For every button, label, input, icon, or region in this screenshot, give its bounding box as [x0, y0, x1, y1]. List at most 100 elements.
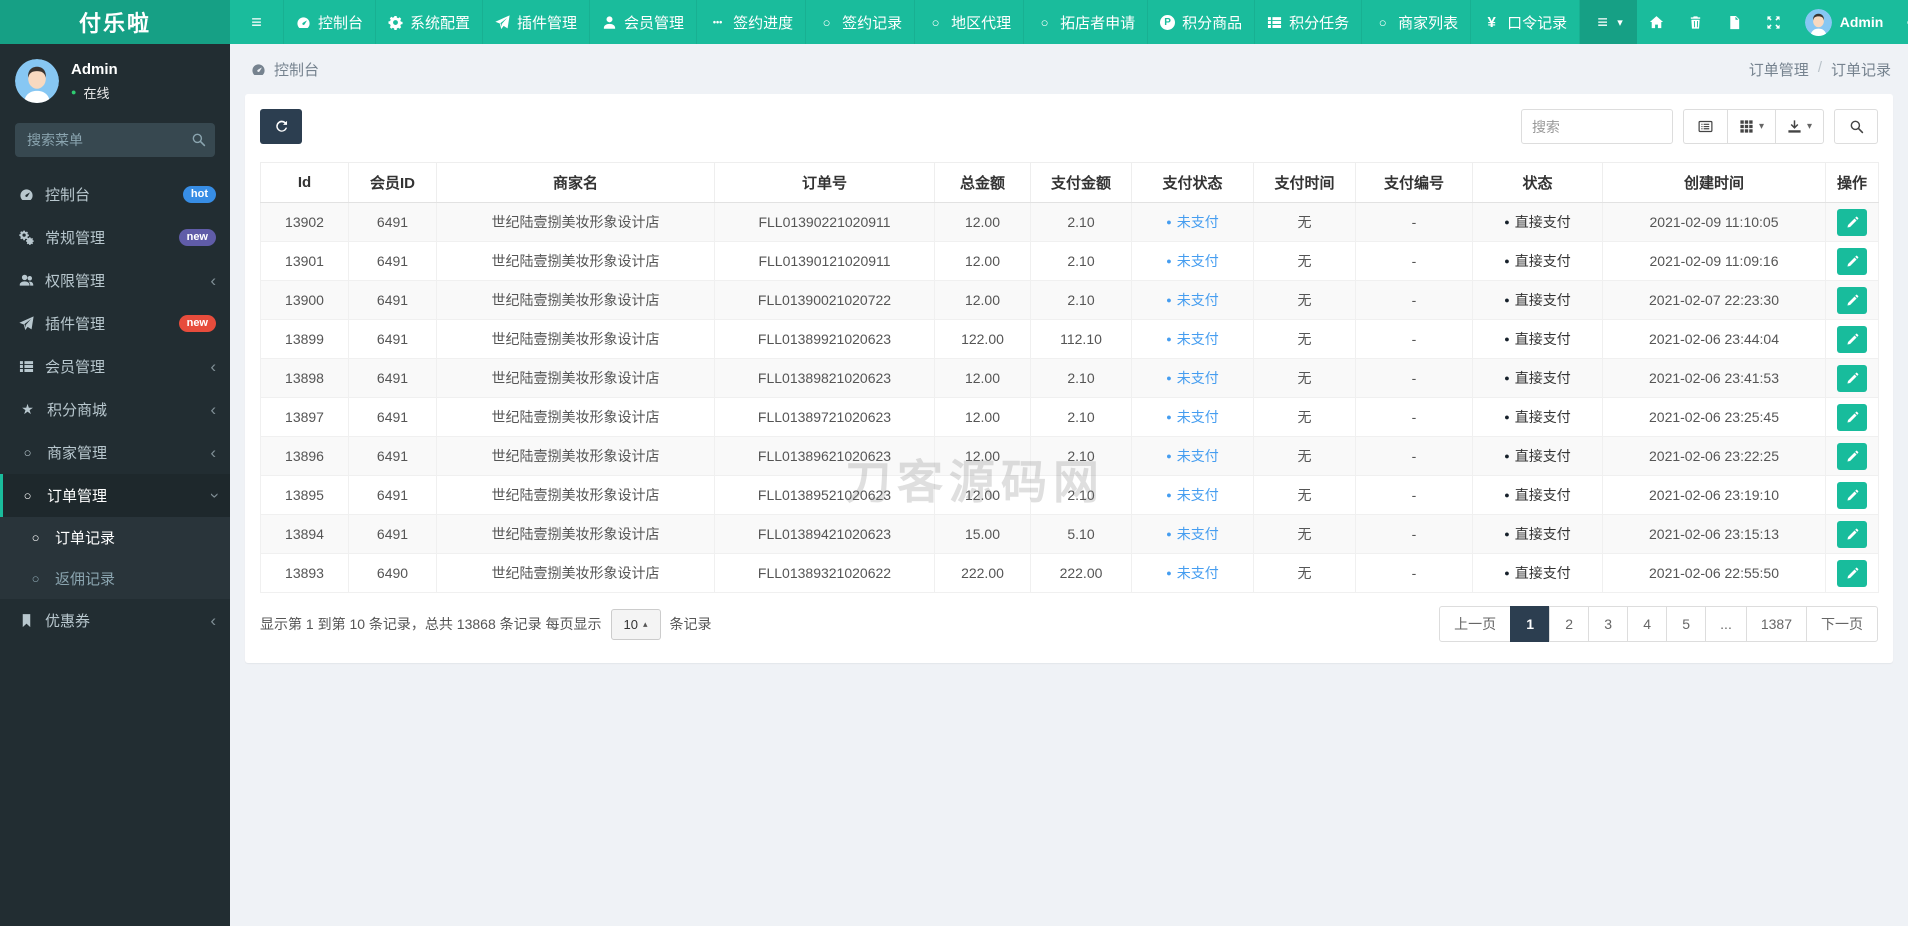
- docs-button[interactable]: [1715, 0, 1754, 44]
- sidebar-toggle-button[interactable]: ≡: [230, 0, 284, 44]
- cell-actions: [1825, 436, 1879, 476]
- nav-item-region-agents[interactable]: ○ 地区代理: [915, 0, 1025, 44]
- column-header-10[interactable]: 创建时间: [1602, 162, 1826, 203]
- page-prev-button[interactable]: 上一页: [1439, 606, 1512, 642]
- cell-order-no: FLL01389621020623: [714, 436, 935, 476]
- sidebar-item-points-mall[interactable]: ★ 积分商城 ‹: [0, 388, 230, 431]
- sidebar-item-label: 优惠券: [45, 613, 91, 630]
- cell-total: 15.00: [934, 514, 1031, 554]
- search-toggle-button[interactable]: [1834, 109, 1878, 144]
- cell-member-id: 6491: [348, 397, 437, 437]
- cell-paid: 2.10: [1030, 475, 1132, 515]
- nav-item-store-applications[interactable]: ○ 拓店者申请: [1024, 0, 1149, 44]
- status-dot-icon: ●: [1166, 217, 1172, 227]
- paper-plane-icon: [19, 316, 34, 331]
- nav-item-label: 积分商品: [1182, 14, 1243, 32]
- sidebar-item-auth[interactable]: 权限管理 ‹: [0, 259, 230, 302]
- sidebar-item-coupons[interactable]: 优惠券 ‹: [0, 599, 230, 642]
- table-search-input[interactable]: [1520, 109, 1673, 144]
- clear-cache-button[interactable]: [1676, 0, 1715, 44]
- nav-item-dashboard[interactable]: 控制台: [284, 0, 377, 44]
- online-dot-icon: ●: [71, 87, 77, 97]
- column-header-6[interactable]: 支付状态: [1131, 162, 1254, 203]
- sidebar-item-members[interactable]: 会员管理 ‹: [0, 345, 230, 388]
- sidebar-item-addons[interactable]: 插件管理 new: [0, 302, 230, 345]
- detail-view-button[interactable]: [1682, 109, 1727, 144]
- menu-dropdown-toggle[interactable]: ≡ ▾: [1580, 0, 1637, 44]
- nav-item-sign-records[interactable]: ○ 签约记录: [806, 0, 916, 44]
- online-status-label: 在线: [83, 85, 110, 101]
- nav-item-sign-progress[interactable]: ••• 签约进度: [697, 0, 807, 44]
- column-header-9[interactable]: 状态: [1472, 162, 1603, 203]
- columns-button[interactable]: ▾: [1726, 109, 1775, 144]
- cell-merchant: 世纪陆壹捌美妆形象设计店: [436, 553, 715, 593]
- column-header-8[interactable]: 支付编号: [1355, 162, 1473, 203]
- page-button-1[interactable]: 1: [1510, 606, 1551, 642]
- page-button-4[interactable]: 4: [1627, 606, 1668, 642]
- column-header-7[interactable]: 支付时间: [1253, 162, 1356, 203]
- cell-pay-no: -: [1355, 436, 1473, 476]
- sidebar-item-order-records[interactable]: ○ 订单记录: [0, 517, 230, 558]
- nav-item-points-tasks[interactable]: 积分任务: [1255, 0, 1363, 44]
- sidebar-item-merchants[interactable]: ○ 商家管理 ‹: [0, 431, 230, 474]
- edit-button[interactable]: [1837, 559, 1867, 587]
- table-row: 13895 6491 世纪陆壹捌美妆形象设计店 FLL01389521020623 12…: [260, 475, 1879, 515]
- edit-button[interactable]: [1837, 403, 1867, 431]
- nav-item-plugin-management[interactable]: 插件管理: [483, 0, 591, 44]
- cell-created: 2021-02-06 23:15:13: [1602, 514, 1826, 554]
- breadcrumb[interactable]: 控制台: [251, 59, 319, 80]
- home-button[interactable]: [1637, 0, 1676, 44]
- dashboard-icon: [251, 62, 266, 77]
- pay-status-label: 未支付: [1176, 448, 1219, 464]
- page-button-3[interactable]: 3: [1588, 606, 1629, 642]
- column-header-4[interactable]: 总金额: [934, 162, 1031, 203]
- page-button-5[interactable]: 5: [1666, 606, 1707, 642]
- cell-member-id: 6491: [348, 241, 437, 281]
- column-header-3[interactable]: 订单号: [714, 162, 935, 203]
- sidebar-item-dashboard[interactable]: 控制台 hot: [0, 173, 230, 216]
- page-button-1387[interactable]: 1387: [1745, 606, 1807, 642]
- column-header-1[interactable]: 会员ID: [348, 162, 437, 203]
- column-header-5[interactable]: 支付金额: [1030, 162, 1132, 203]
- edit-button[interactable]: [1837, 481, 1867, 509]
- page-button-2[interactable]: 2: [1549, 606, 1590, 642]
- settings-button[interactable]: [1895, 0, 1908, 44]
- nav-item-system-config[interactable]: 系统配置: [376, 0, 484, 44]
- cell-created: 2021-02-06 23:25:45: [1602, 397, 1826, 437]
- edit-button[interactable]: [1837, 520, 1867, 548]
- column-header-11[interactable]: 操作: [1825, 162, 1879, 203]
- nav-item-points-goods[interactable]: P 积分商品: [1148, 0, 1256, 44]
- navbar-menu: 控制台 系统配置 插件管理 会员管理 ••• 签约进度 ○ 签约记录 ○ 地区代理 ○ 拓店者申请 P 积…: [284, 0, 1581, 44]
- page-size-select[interactable]: 10 ▴: [610, 608, 661, 640]
- search-icon[interactable]: [191, 132, 206, 147]
- cell-pay-time: 无: [1253, 241, 1356, 281]
- edit-button[interactable]: [1837, 442, 1867, 470]
- status-dot-icon: ●: [1166, 412, 1172, 422]
- sidebar-item-general[interactable]: 常规管理 new: [0, 216, 230, 259]
- edit-button[interactable]: [1837, 247, 1867, 275]
- nav-item-member-management[interactable]: 会员管理: [590, 0, 698, 44]
- export-button[interactable]: ▾: [1774, 109, 1824, 144]
- nav-item-password-records[interactable]: ¥ 口令记录: [1471, 0, 1581, 44]
- chevron-left-icon: ‹: [210, 611, 216, 630]
- nav-item-merchant-list[interactable]: ○ 商家列表: [1362, 0, 1472, 44]
- page-next-button[interactable]: 下一页: [1806, 606, 1878, 642]
- cell-pay-time: 无: [1253, 397, 1356, 437]
- edit-button[interactable]: [1837, 364, 1867, 392]
- fullscreen-button[interactable]: [1754, 0, 1793, 44]
- edit-button[interactable]: [1837, 325, 1867, 353]
- refresh-button[interactable]: [260, 109, 302, 144]
- page-ellipsis[interactable]: ...: [1705, 606, 1747, 642]
- caret-down-icon: ▾: [1617, 16, 1623, 29]
- column-header-2[interactable]: 商家名: [436, 162, 715, 203]
- sidebar-item-orders[interactable]: ○ 订单管理 ‹: [0, 474, 230, 517]
- pencil-icon: [1846, 216, 1859, 229]
- column-header-0[interactable]: Id: [260, 162, 349, 203]
- pagination: 上一页 1 2 3 4 5... 1387 下一页: [1439, 606, 1878, 642]
- user-menu[interactable]: Admin: [1793, 0, 1896, 44]
- brand-logo[interactable]: 付乐啦: [0, 0, 230, 44]
- edit-button[interactable]: [1837, 208, 1867, 236]
- sidebar-item-rebate-records[interactable]: ○ 返佣记录: [0, 558, 230, 599]
- edit-button[interactable]: [1837, 286, 1867, 314]
- sidebar-search-input[interactable]: [15, 123, 215, 157]
